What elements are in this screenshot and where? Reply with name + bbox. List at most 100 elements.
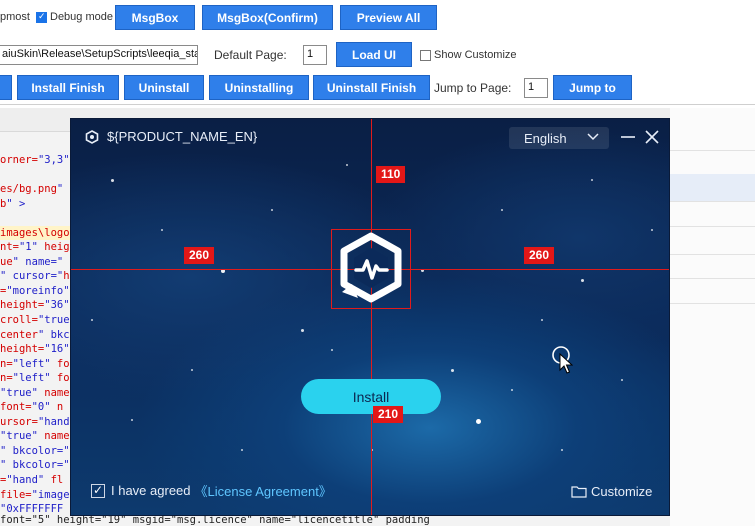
star (271, 209, 273, 211)
jump-to-page-input[interactable]: 1 (524, 78, 548, 98)
star (346, 164, 348, 166)
installer-dialog: ${PRODUCT_NAME_EN} English 110 260 260 I… (70, 118, 670, 516)
code-line: " cursor="ha (0, 270, 70, 283)
star (241, 449, 243, 451)
code-lines: orner="3,3" es/bg.png" :b" > images\logo1.… (0, 153, 70, 517)
star (191, 369, 193, 371)
star (91, 319, 93, 321)
product-logo-icon (340, 232, 402, 303)
close-icon[interactable] (643, 128, 661, 146)
star (451, 369, 454, 372)
guide-label-right: 260 (524, 247, 555, 264)
code-line: ursor="hand (0, 415, 70, 428)
guide-label-top: 110 (376, 166, 406, 183)
script-path-input[interactable]: aiuSkin\Release\SetupScripts\leeqia_star… (0, 45, 198, 65)
language-select[interactable]: English (509, 127, 609, 149)
star (331, 349, 333, 351)
panel-divider (670, 278, 755, 279)
folder-icon (571, 486, 587, 498)
code-line: ="hand" fl (0, 474, 64, 487)
check-icon (36, 11, 47, 23)
default-page-label: Default Page: (214, 48, 287, 62)
debug-mode-checkbox[interactable]: Debug mode (36, 11, 113, 23)
agree-text: I have agreed (111, 483, 191, 498)
topmost-label: pmost (0, 11, 30, 23)
star (161, 229, 163, 231)
code-line: height="36" (0, 299, 70, 312)
code-line: orner="3,3" (0, 154, 70, 166)
code-line: n="left" font (0, 357, 70, 370)
star (651, 229, 653, 231)
guide-label-bottom: 210 (373, 406, 404, 423)
default-page-input[interactable]: 1 (303, 45, 327, 65)
toolbar-separator (0, 104, 755, 105)
jump-to-button[interactable]: Jump to (553, 75, 632, 100)
uninstall-button[interactable]: Uninstall (124, 75, 204, 100)
code-line: " bkcolor="0 (0, 459, 70, 472)
customize-label: Customize (591, 484, 653, 499)
mouse-cursor-icon (552, 346, 573, 374)
minimize-icon[interactable] (619, 128, 637, 146)
code-line: "true" name (0, 430, 70, 443)
panel-divider (670, 303, 755, 304)
star (541, 319, 543, 321)
code-line: croll="true" b (0, 314, 70, 327)
app-logo-icon (85, 129, 99, 144)
msgbox-button[interactable]: MsgBox (115, 5, 195, 30)
chevron-down-icon (587, 133, 599, 141)
checkbox-box (420, 49, 431, 61)
star (581, 279, 584, 282)
star (131, 419, 133, 421)
license-agreement[interactable]: I have agreed 《License Agreement》 (91, 481, 332, 500)
code-line: height="16" (0, 343, 70, 356)
code-line: es/bg.png" : (0, 183, 70, 196)
uninstalling-button[interactable]: Uninstalling (209, 75, 309, 100)
code-line: file="images (0, 488, 70, 501)
dialog-title: ${PRODUCT_NAME_EN} (107, 129, 258, 144)
star (591, 179, 593, 181)
star (301, 329, 304, 332)
star (561, 449, 563, 451)
guide-vertical (371, 119, 372, 515)
code-line: "true" name= (0, 386, 70, 399)
show-customize-label: Show Customize (434, 49, 517, 61)
code-line: ="moreinfo" (0, 284, 70, 297)
logo-guide-box (331, 229, 411, 309)
code-line: images\logo1.pn (0, 225, 70, 241)
dialog-title-bar: ${PRODUCT_NAME_EN} (85, 129, 257, 144)
star (476, 419, 481, 424)
uninstall-finish-button[interactable]: Uninstall Finish (313, 75, 430, 100)
topmost-checkbox[interactable]: pmost (0, 11, 30, 23)
code-line: n="left" font (0, 372, 70, 385)
star (511, 389, 513, 391)
license-link[interactable]: 《License Agreement》 (195, 481, 332, 500)
page-button-partial[interactable] (0, 75, 12, 100)
panel-row-selected[interactable] (670, 174, 755, 202)
code-line: nt="1" heigh (0, 241, 70, 254)
code-line: b" > (0, 197, 26, 210)
star (621, 379, 623, 381)
star (501, 209, 503, 211)
panel-divider (670, 226, 755, 227)
agree-checkbox[interactable] (91, 483, 105, 498)
jump-to-page-label: Jump to Page: (434, 81, 512, 95)
install-button[interactable]: Install (301, 379, 441, 414)
code-line: ue" name=" (0, 255, 64, 268)
install-finish-button[interactable]: Install Finish (17, 75, 119, 100)
show-customize-checkbox[interactable]: Show Customize (420, 49, 517, 61)
panel-divider (670, 254, 755, 255)
star (111, 179, 114, 182)
panel-divider (670, 150, 755, 151)
msgbox-confirm-button[interactable]: MsgBox(Confirm) (202, 5, 333, 30)
editor-right-panel (670, 108, 755, 526)
language-value: English (524, 130, 567, 146)
load-ui-button[interactable]: Load UI (336, 42, 412, 67)
debug-mode-label: Debug mode (50, 11, 113, 23)
preview-all-button[interactable]: Preview All (340, 5, 437, 30)
code-line: center" bkcol (0, 328, 70, 341)
customize-button[interactable]: Customize (571, 484, 652, 499)
code-line: " bkcolor="0 (0, 444, 70, 457)
code-line: font="0" n (0, 401, 64, 414)
